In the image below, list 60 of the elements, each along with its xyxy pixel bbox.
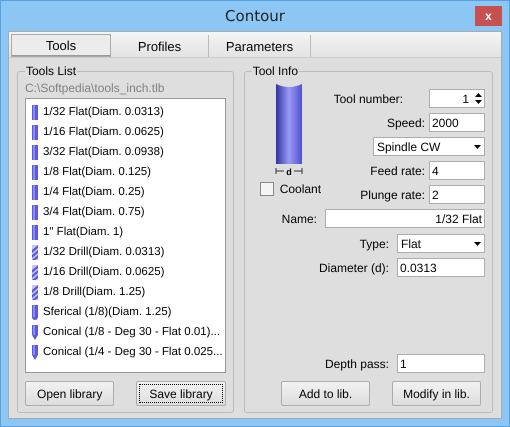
end-mill-icon [32,144,38,160]
input-field[interactable]: 0.0313 [397,258,485,277]
end-mill-icon [32,164,38,180]
tab[interactable]: Tools [11,34,111,57]
input-field[interactable]: 2 [429,185,485,204]
list-item[interactable]: 1/16 Drill(Diam. 0.0625) [32,262,225,282]
group-title: Tool Info [252,64,300,78]
end-mill-icon [32,224,38,240]
list-item[interactable]: 1/4 Flat(Diam. 0.25) [32,182,225,202]
list-item[interactable]: 3/32 Flat(Diam. 0.0938) [32,142,225,162]
library-button[interactable]: Save library [136,381,226,406]
input-field[interactable]: 4 [429,161,485,180]
input-field[interactable]: 2000 [429,113,485,132]
list-item[interactable]: 1/8 Drill(Diam. 1.25) [32,282,225,302]
library-button[interactable]: Add to lib. [281,381,370,406]
caret-icon [474,144,481,148]
checkbox-label: Coolant [280,182,322,196]
list-item[interactable]: 1/16 Flat(Diam. 0.0625) [32,122,225,142]
field-label: Name: [282,212,317,226]
file-path: C:\Softpedia\tools_inch.tlb [25,81,166,95]
field-label: Diameter (d): [318,260,389,274]
window-title: Contour [225,7,285,25]
number-spinner[interactable]: 1 [429,89,485,108]
dropdown[interactable]: Flat [397,234,485,253]
field-label: Plunge rate: [360,188,425,202]
cone-mill-icon [32,344,38,360]
cone-mill-icon [32,324,38,340]
drill-bit-icon [32,244,38,260]
drill-bit-icon [32,284,38,300]
list-item[interactable]: 1/8 Flat(Diam. 0.125) [32,162,225,182]
library-button[interactable]: Modify in lib. [392,381,481,406]
field-label: Tool number: [334,92,403,106]
checkbox[interactable] [260,182,274,196]
ball-mill-icon [32,304,38,320]
end-mill-icon [32,184,38,200]
end-mill-icon [32,204,38,220]
close-button[interactable]: x [475,6,502,26]
list-item[interactable]: Conical (1/4 - Deg 30 - Flat 0.025... [32,342,225,362]
list-item[interactable]: 3/4 Flat(Diam. 0.75) [32,202,225,222]
list-item[interactable]: 1/32 Drill(Diam. 0.0313) [32,242,225,262]
tab[interactable]: Parameters [209,35,311,57]
end-mill-icon [32,104,38,120]
list-item[interactable]: Sferical (1/8)(Diam. 1.25) [32,302,225,322]
end-mill-icon [32,124,38,140]
caret-icon [474,242,481,246]
list-item[interactable]: Conical (1/8 - Deg 30 - Flat 0.01)... [32,322,225,342]
list-item[interactable]: 1" Flat(Diam. 1) [32,222,225,242]
field-label: Speed: [386,116,425,130]
field-label: Type: [360,236,389,250]
group-title: Tools List [25,64,78,78]
field-label: Feed rate: [370,164,425,178]
dropdown[interactable]: Spindle CW [373,137,485,156]
field-label: Depth pass: [324,356,389,370]
drill-bit-icon [32,264,38,280]
input-field[interactable]: 1 [397,354,485,373]
library-button[interactable]: Open library [25,381,114,406]
list-item[interactable]: 1/32 Flat(Diam. 0.0313) [32,102,225,122]
input-field[interactable]: 1/32 Flat [325,209,485,228]
tab[interactable]: Profiles [111,35,209,57]
spin-arrows-icon[interactable] [475,93,482,104]
